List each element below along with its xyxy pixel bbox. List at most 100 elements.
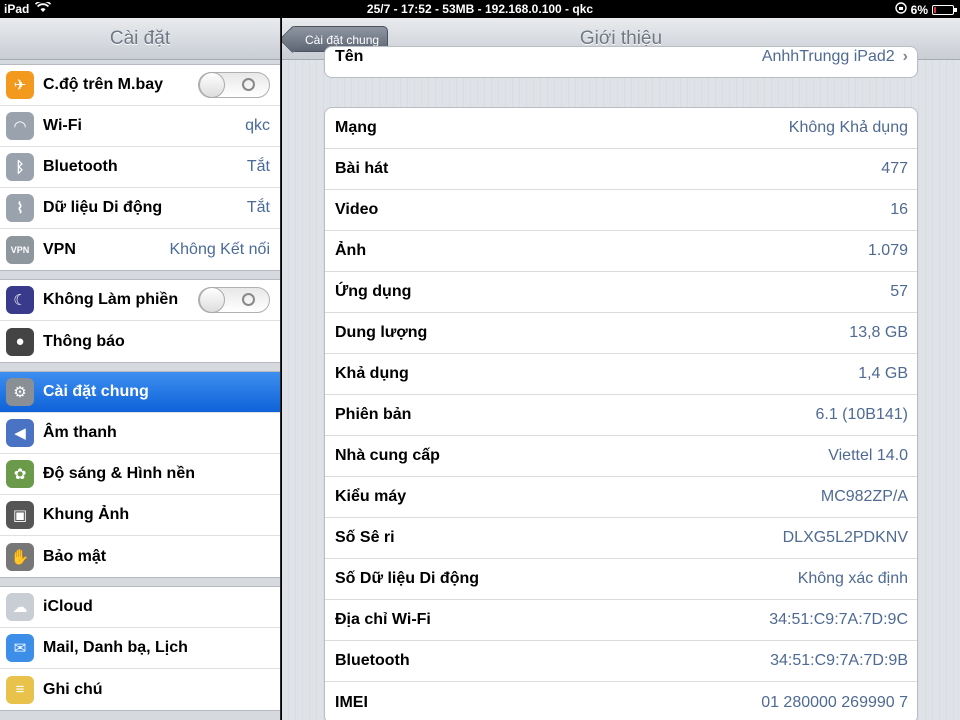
sidebar-group: ☾ Không Làm phiền ● Thông báo	[0, 279, 280, 363]
sidebar-item[interactable]: ◠ Wi-Fi qkc	[0, 106, 280, 147]
sidebar-item[interactable]: ⌇ Dữ liệu Di động Tắt	[0, 188, 280, 229]
row-value: 16	[890, 201, 908, 218]
info-row: Video 16	[325, 190, 917, 231]
cloud-icon: ☁	[6, 593, 34, 621]
info-row: Bài hát 477	[325, 149, 917, 190]
info-row: Nhà cung cấp Viettel 14.0	[325, 436, 917, 477]
row-value: 34:51:C9:7A:7D:9C	[769, 611, 908, 628]
moon-icon: ☾	[6, 286, 34, 314]
info-row: Khả dụng 1,4 GB	[325, 354, 917, 395]
sidebar-item[interactable]: ≡ Ghi chú	[0, 669, 280, 710]
wifi-icon: ◠	[6, 112, 34, 140]
info-card: Mạng Không Khả dụng Bài hát 477 Video 16 Ảnh 1.…	[324, 107, 918, 720]
orientation-lock-icon	[894, 2, 907, 17]
sidebar-item-label: Dữ liệu Di động	[43, 199, 163, 216]
sidebar-group: ⚙ Cài đặt chung ◀ Âm thanh ✿ Độ sáng & Hình n…	[0, 371, 280, 578]
battery-icon	[932, 4, 957, 15]
row-key: Mạng	[335, 119, 377, 136]
info-row: Ảnh 1.079	[325, 231, 917, 272]
sidebar-item[interactable]: ⚙ Cài đặt chung	[0, 372, 280, 413]
name-card: Tên AnhhTrungg iPad2 ›	[324, 46, 918, 78]
row-value: 1,4 GB	[858, 365, 908, 382]
sidebar-item[interactable]: ᛒ Bluetooth Tắt	[0, 147, 280, 188]
info-row: Địa chỉ Wi-Fi 34:51:C9:7A:7D:9C	[325, 600, 917, 641]
sidebar-item[interactable]: ☁ iCloud	[0, 587, 280, 628]
toggle-knob	[199, 72, 225, 98]
sidebar-item[interactable]: ● Thông báo	[0, 321, 280, 362]
sidebar-item[interactable]: ▣ Khung Ảnh	[0, 495, 280, 536]
sidebar-item-label: Mail, Danh bạ, Lịch	[43, 639, 188, 656]
row-key: Ảnh	[335, 242, 367, 259]
info-row: Kiểu máy MC982ZP/A	[325, 477, 917, 518]
sidebar-item-value: qkc	[245, 117, 270, 134]
info-row: Dung lượng 13,8 GB	[325, 313, 917, 354]
status-bar: iPad 25/7 - 17:52 - 53MB - 192.168.0.100…	[0, 0, 960, 18]
hand-icon: ✋	[6, 542, 34, 571]
sidebar-item[interactable]: ✿ Độ sáng & Hình nền	[0, 454, 280, 495]
row-key: Địa chỉ Wi-Fi	[335, 611, 431, 628]
cellular-icon: ⌇	[6, 194, 34, 222]
sidebar-item-value: Tắt	[246, 158, 270, 175]
speaker-icon: ◀	[6, 419, 34, 447]
sidebar-item-label: iCloud	[43, 598, 93, 615]
notes-icon: ≡	[6, 675, 34, 704]
status-info: 25/7 - 17:52 - 53MB - 192.168.0.100 - qk…	[366, 2, 594, 16]
sidebar-item-label: Bluetooth	[43, 158, 118, 175]
sidebar-item[interactable]: ✉ Mail, Danh bạ, Lịch	[0, 628, 280, 669]
row-value: 1.079	[867, 242, 908, 259]
sidebar-item-label: Cài đặt chung	[43, 383, 149, 400]
info-row: Ứng dụng 57	[325, 272, 917, 313]
row-value: 57	[890, 283, 908, 300]
toggle-switch[interactable]	[198, 72, 270, 98]
sidebar-item-label: C.độ trên M.bay	[43, 76, 164, 93]
row-key: Số Dữ liệu Di động	[335, 570, 480, 587]
row-value: DLXG5L2PDKNV	[782, 529, 908, 546]
sidebar-item-label: Độ sáng & Hình nền	[43, 465, 195, 482]
row-key: Phiên bản	[335, 406, 412, 423]
row-key: Số Sê ri	[335, 529, 395, 546]
chevron-right-icon: ›	[902, 48, 908, 65]
airplane-icon: ✈	[6, 71, 34, 99]
row-value: AnhhTrungg iPad2	[761, 48, 895, 65]
picture-frame-icon: ▣	[6, 501, 34, 529]
info-row: IMEI 01 280000 269990 7	[325, 682, 917, 720]
sidebar-item-label: Âm thanh	[43, 424, 117, 441]
row-key: Video	[335, 201, 379, 218]
info-row: Số Sê ri DLXG5L2PDKNV	[325, 518, 917, 559]
toggle-switch[interactable]	[198, 287, 270, 313]
sidebar-item-label: VPN	[43, 240, 76, 258]
sidebar-group: ✈ C.độ trên M.bay ◠ Wi-Fi qkc ᛒ Bluetooth Tắt ⌇ D…	[0, 64, 280, 271]
flower-icon: ✿	[6, 460, 34, 488]
off-indicator-icon	[242, 293, 255, 306]
sidebar-item-label: Wi-Fi	[43, 117, 82, 134]
sidebar-title: Cài đặt	[0, 18, 280, 60]
sidebar-item[interactable]: ◀ Âm thanh	[0, 413, 280, 454]
bluetooth-icon: ᛒ	[6, 153, 34, 181]
row-value: 01 280000 269990 7	[761, 693, 908, 711]
sidebar-item[interactable]: VPN VPN Không Kết nối	[0, 229, 280, 270]
mail-icon: ✉	[6, 634, 34, 662]
sidebar-item-label: Khung Ảnh	[43, 506, 130, 523]
sidebar-item-label: Thông báo	[43, 332, 125, 350]
row-value: Không xác định	[797, 570, 908, 587]
vpn-icon: VPN	[6, 235, 34, 264]
name-row[interactable]: Tên AnhhTrungg iPad2 ›	[325, 47, 917, 77]
sidebar: Cài đặt ✈ C.độ trên M.bay ◠ Wi-Fi qkc ᛒ Blueto…	[0, 18, 281, 720]
sidebar-item-value: Không Kết nối	[169, 240, 270, 258]
back-button-label: Cài đặt chung	[305, 33, 380, 47]
row-value: Không Khả dụng	[788, 119, 908, 136]
row-key: Khả dụng	[335, 365, 409, 382]
row-value: MC982ZP/A	[820, 488, 908, 505]
sidebar-item[interactable]: ☾ Không Làm phiền	[0, 280, 280, 321]
gear-icon: ⚙	[6, 378, 34, 406]
row-key: Kiểu máy	[335, 488, 407, 505]
battery-percent: 6%	[910, 2, 928, 17]
row-key: Bài hát	[335, 160, 389, 177]
row-key: Dung lượng	[335, 324, 428, 341]
info-row: Bluetooth 34:51:C9:7A:7D:9B	[325, 641, 917, 682]
row-key: Bluetooth	[335, 652, 410, 669]
row-key: IMEI	[335, 693, 368, 711]
sidebar-item[interactable]: ✈ C.độ trên M.bay	[0, 65, 280, 106]
row-key: Nhà cung cấp	[335, 447, 440, 464]
sidebar-item[interactable]: ✋ Bảo mật	[0, 536, 280, 577]
